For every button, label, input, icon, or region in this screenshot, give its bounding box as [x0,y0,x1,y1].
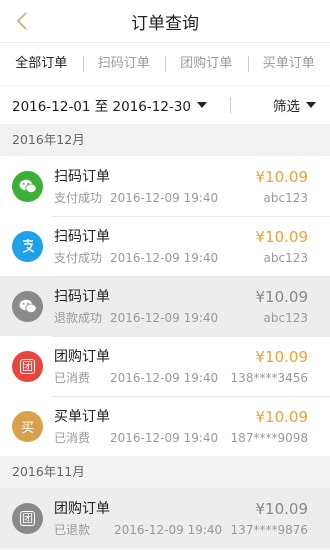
chevron-left-icon [16,12,27,30]
order-status: 已消费 [54,430,91,445]
date-range-selector[interactable]: 2016-12-01 至 2016-12-30 [12,95,207,115]
screen-filter-label: 筛选 [273,99,300,115]
order-row[interactable]: 团 团购订单 已退款 2016-12-09 19:40 ¥10.09 137***… [0,488,330,548]
order-amount: ¥10.09 [255,499,309,518]
order-reference: abc123 [263,250,308,265]
order-reference: 137****9876 [230,522,308,537]
order-reference: abc123 [263,310,308,325]
pay-bill-icon: 买 [12,410,43,442]
wechat-icon [12,170,43,202]
order-row[interactable]: 买 买单订单 已消费 2016-12-09 19:40 ¥10.09 187***… [0,396,330,456]
groupbuy-glyph: 团 [20,358,35,374]
tab-all-orders[interactable]: 全部订单 [0,43,83,85]
month-header: 2016年12月 [0,124,330,156]
order-time: 2016-12-09 19:40 [110,190,219,205]
groupbuy-icon: 团 [12,350,43,382]
order-amount: ¥10.09 [255,287,309,306]
tab-pay-bill-orders[interactable]: 买单订单 [247,43,330,85]
order-time: 2016-12-09 19:40 [110,430,219,445]
caret-down-icon [197,102,207,108]
order-time: 2016-12-09 19:40 [110,370,219,385]
order-type-tabs: 全部订单 扫码订单 团购订单 买单订单 [0,42,330,85]
date-range-label: 2016-12-01 至 2016-12-30 [12,99,191,115]
tab-scan-orders[interactable]: 扫码订单 [82,43,166,85]
order-reference: abc123 [263,190,308,205]
caret-down-icon [306,102,316,108]
divider [230,97,231,113]
order-amount: ¥10.09 [255,407,309,426]
order-reference: 138****3456 [230,370,308,385]
month-header: 2016年11月 [0,456,330,488]
filter-bar: 2016-12-01 至 2016-12-30 筛选 [0,85,330,124]
pay-bill-glyph: 买 [20,420,34,436]
order-status: 已退款 [54,522,91,537]
screen-filter-button[interactable]: 筛选 [273,86,316,124]
page-title: 订单查询 [131,13,199,34]
order-reference: 187****9098 [230,430,308,445]
order-status: 支付成功 [54,250,103,265]
order-amount: ¥10.09 [255,347,309,366]
order-list: 2016年12月 扫码订单 支付成功 2016-12-09 19:40 ¥10.0… [0,124,330,548]
order-status: 已消费 [54,370,91,385]
order-status: 支付成功 [54,190,103,205]
tab-groupbuy-orders[interactable]: 团购订单 [165,43,248,85]
order-time: 2016-12-09 19:40 [110,310,219,325]
order-status: 退款成功 [54,310,103,325]
wechat-icon [12,290,43,322]
order-row[interactable]: 扫码订单 支付成功 2016-12-09 19:40 ¥10.09 abc123 [0,156,330,216]
order-time: 2016-12-09 19:40 [114,522,223,537]
order-time: 2016-12-09 19:40 [110,250,219,265]
alipay-icon [12,230,43,262]
back-button[interactable] [8,7,36,35]
top-nav-bar: 订单查询 [0,0,330,42]
order-amount: ¥10.09 [255,167,309,186]
groupbuy-icon: 团 [12,502,43,534]
groupbuy-glyph: 团 [20,510,35,526]
order-row[interactable]: 扫码订单 支付成功 2016-12-09 19:40 ¥10.09 abc123 [0,216,330,276]
order-row[interactable]: 团 团购订单 已消费 2016-12-09 19:40 ¥10.09 138***… [0,336,330,396]
order-row[interactable]: 扫码订单 退款成功 2016-12-09 19:40 ¥10.09 abc123 [0,276,330,336]
order-amount: ¥10.09 [255,227,309,246]
